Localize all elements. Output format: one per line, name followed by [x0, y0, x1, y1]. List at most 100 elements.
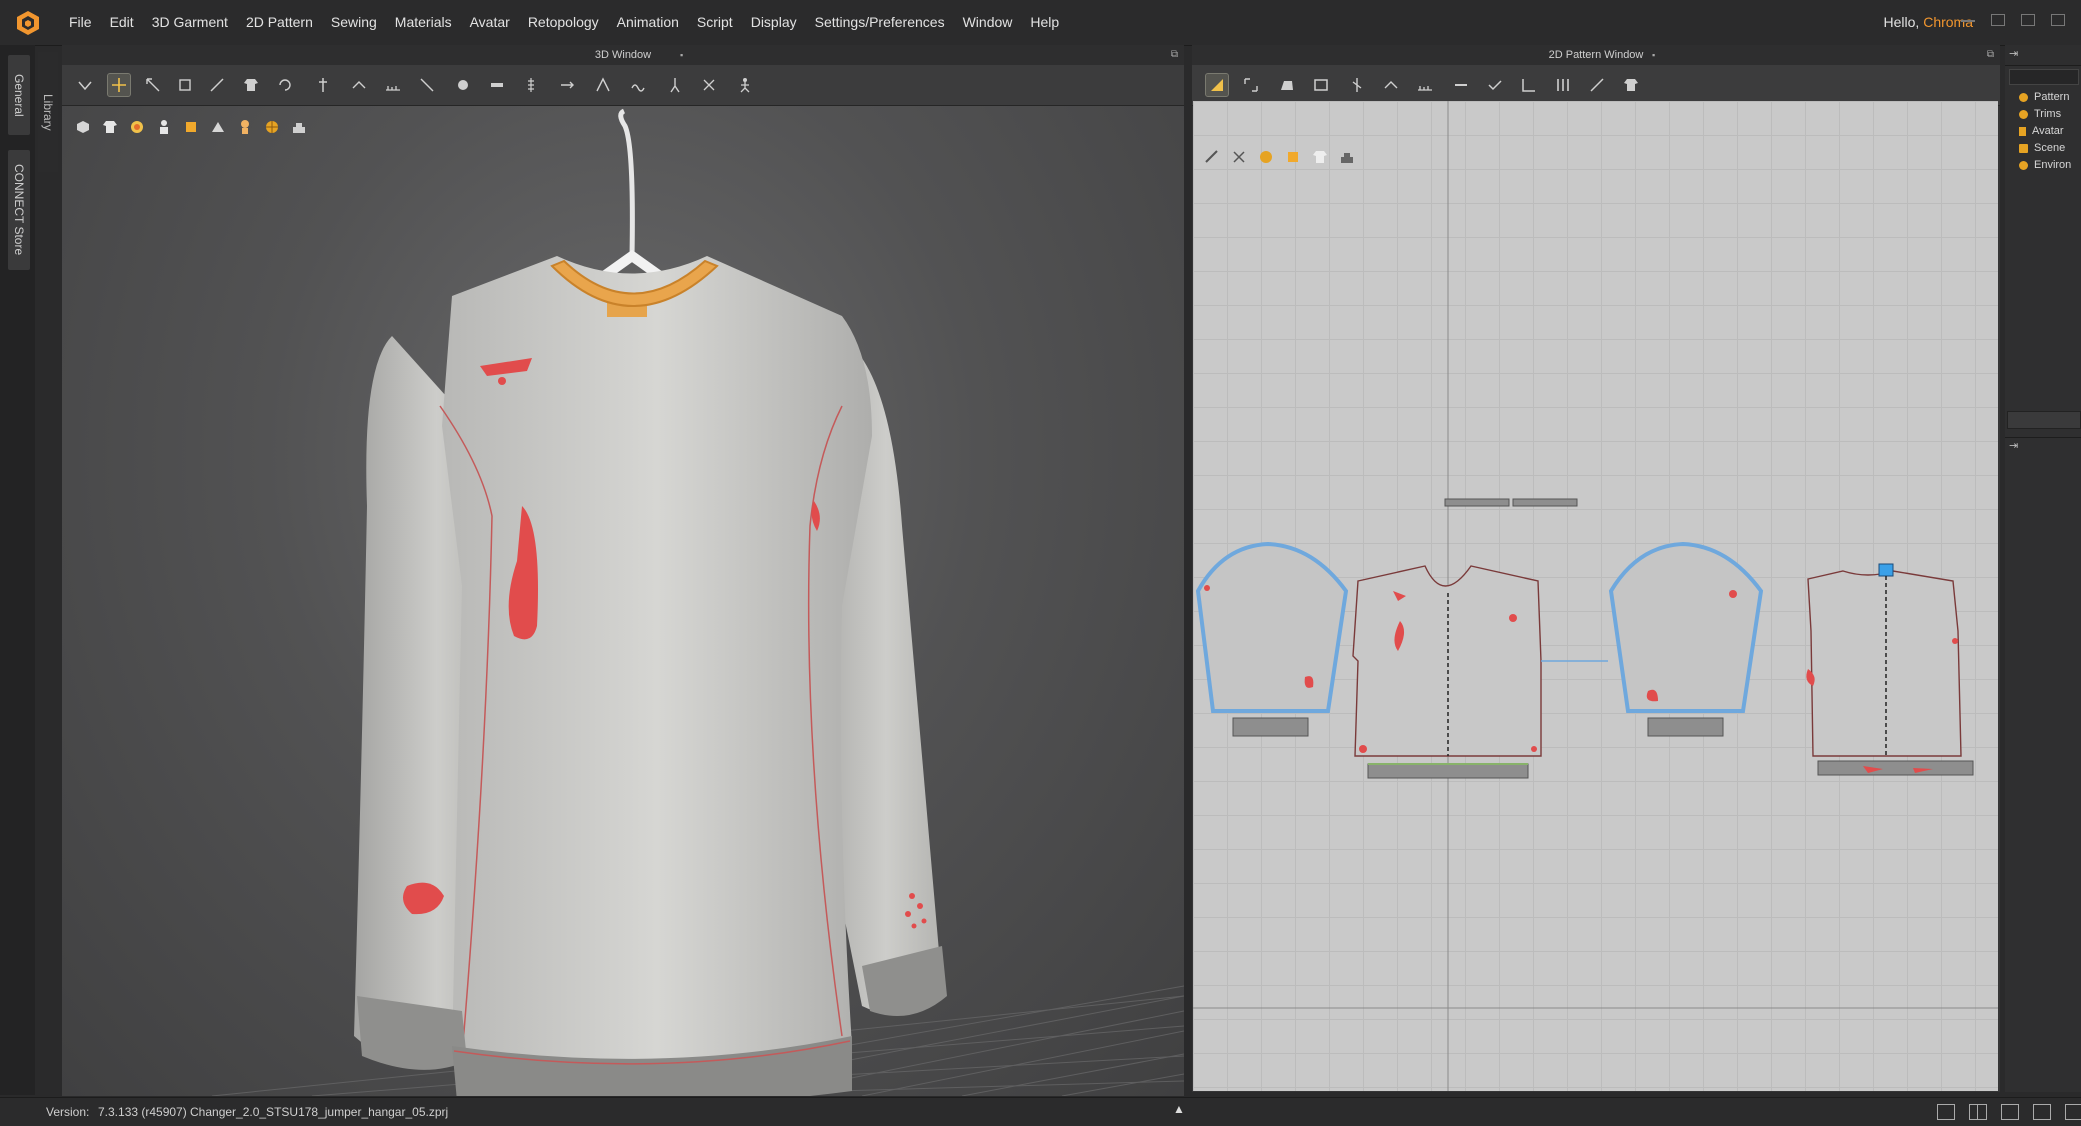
browser-scrollbar[interactable] [2007, 411, 2081, 429]
strap-icon[interactable] [556, 74, 578, 96]
rotate-icon[interactable] [274, 74, 296, 96]
menu-settings[interactable]: Settings/Preferences [806, 0, 954, 45]
2d-window-header: 2D Pattern Window ▪ ⧉ [1192, 45, 2000, 66]
pattern-cuff-left [1232, 717, 1309, 737]
pattern-sleeve-right [1608, 541, 1764, 713]
3d-toolbar [62, 65, 1184, 106]
fold-icon[interactable] [174, 74, 196, 96]
rectangle-icon[interactable] [1310, 74, 1332, 96]
2d-window-title: 2D Pattern Window [1548, 49, 1644, 61]
check-sewing-icon[interactable] [1484, 74, 1506, 96]
tab-close-icon[interactable]: ▪ [1652, 45, 1655, 65]
button-tool-icon[interactable] [452, 74, 474, 96]
tree-item-scene[interactable]: Scene [2019, 142, 2065, 154]
browser-divider [2005, 437, 2081, 438]
scene-node-icon [2019, 143, 2028, 153]
window-controls [1961, 14, 2065, 26]
pattern-hem-back [1817, 760, 1974, 776]
transform-pattern-icon[interactable] [1240, 74, 1262, 96]
fold-arrange-icon[interactable] [1518, 74, 1540, 96]
collapse-icon[interactable]: ⇥ [2009, 47, 2018, 60]
avatar-node-icon [2019, 126, 2026, 136]
menu-edit[interactable]: Edit [101, 0, 143, 45]
3d-viewport[interactable] [62, 106, 1184, 1096]
menu-sewing[interactable]: Sewing [322, 0, 386, 45]
free-sewing-icon[interactable] [1450, 74, 1472, 96]
search-input[interactable] [2009, 69, 2079, 85]
restore-icon[interactable] [2021, 14, 2035, 26]
tree-item-environment[interactable]: Environ [2019, 159, 2071, 171]
menu-3d-garment[interactable]: 3D Garment [143, 0, 237, 45]
move-icon[interactable] [107, 73, 131, 97]
arrange-icon[interactable] [698, 74, 720, 96]
measure-icon[interactable] [382, 74, 404, 96]
menu-2d-pattern[interactable]: 2D Pattern [237, 0, 322, 45]
tape-icon[interactable] [592, 74, 614, 96]
tree-item-avatar[interactable]: Avatar [2019, 125, 2064, 137]
tab-close-icon[interactable]: ▪ [680, 45, 683, 65]
tab-connect-store[interactable]: CONNECT Store [8, 150, 30, 270]
grid-icon[interactable] [1414, 74, 1436, 96]
garment-3d-model[interactable] [62, 106, 1184, 1096]
pattern-node-icon [2019, 92, 2028, 102]
menu-materials[interactable]: Materials [386, 0, 461, 45]
polygon-icon[interactable] [1276, 74, 1298, 96]
edit-pattern-icon[interactable] [1205, 73, 1229, 97]
layout-single-icon[interactable] [1937, 1104, 1955, 1120]
menu-retopology[interactable]: Retopology [519, 0, 608, 45]
menu-script[interactable]: Script [688, 0, 742, 45]
app-logo-icon[interactable] [14, 9, 42, 37]
avatar-measure-icon[interactable] [664, 74, 686, 96]
layout-quad-icon[interactable] [2033, 1104, 2051, 1120]
pattern-front [1352, 565, 1542, 757]
buttonhole-icon[interactable] [486, 74, 508, 96]
select-mesh-icon[interactable] [74, 74, 96, 96]
tree-item-pattern[interactable]: Pattern [2019, 91, 2069, 103]
user-greeting: Hello, Chroma [1884, 0, 1973, 45]
shirt-pattern-icon[interactable] [1620, 74, 1642, 96]
undock-icon[interactable]: ⧉ [1987, 45, 1994, 65]
version-number: 7.3.133 (r45907) [98, 1105, 187, 1119]
pin-icon[interactable] [312, 74, 334, 96]
pattern-pieces [1193, 101, 1998, 1091]
tree-item-trims[interactable]: Trims [2019, 108, 2061, 120]
internal-line-icon[interactable] [1346, 74, 1368, 96]
puckering-icon[interactable] [628, 74, 650, 96]
menu-file[interactable]: File [60, 0, 101, 45]
2d-pattern-window: 2D Pattern Window ▪ ⧉ [1192, 45, 2000, 1092]
trims-node-icon [2019, 109, 2028, 119]
3d-window: 3D Window ▪ ⧉ [62, 45, 1184, 1096]
greeting-text: Hello, [1883, 14, 1920, 30]
layout-custom-icon[interactable] [2065, 1104, 2081, 1120]
garment-icon[interactable] [240, 74, 262, 96]
segment-icon[interactable] [206, 74, 228, 96]
layout-triple-icon[interactable] [2001, 1104, 2019, 1120]
select-icon[interactable] [142, 74, 164, 96]
tab-general[interactable]: General [8, 55, 30, 135]
2d-pattern-viewport[interactable] [1193, 101, 1998, 1091]
segment-sewing-icon[interactable] [1380, 74, 1402, 96]
expand-up-icon[interactable]: ▲ [1173, 1102, 1185, 1116]
undock-icon[interactable]: ⧉ [1171, 45, 1178, 65]
menu-help[interactable]: Help [1021, 0, 1068, 45]
tack-icon[interactable] [348, 74, 370, 96]
pattern-neck-rib-1 [1444, 498, 1510, 507]
pleat-icon[interactable] [1552, 74, 1574, 96]
maximize-icon[interactable] [1991, 14, 2005, 26]
minimize-icon[interactable] [1961, 14, 1975, 22]
menu-avatar[interactable]: Avatar [461, 0, 519, 45]
zipper-icon[interactable] [520, 74, 542, 96]
animate-icon[interactable] [734, 74, 756, 96]
hanger-hook [618, 108, 635, 257]
3d-window-title: 3D Window [594, 49, 652, 61]
property-collapse-icon[interactable]: ⇥ [2009, 439, 2018, 452]
tab-library[interactable]: Library [38, 52, 58, 172]
menu-display[interactable]: Display [742, 0, 806, 45]
menu-animation[interactable]: Animation [608, 0, 688, 45]
menu-window[interactable]: Window [954, 0, 1022, 45]
layout-split-icon[interactable] [1969, 1104, 1987, 1120]
dart-icon[interactable] [1586, 74, 1608, 96]
version-label: Version: [46, 1105, 90, 1119]
trim-icon[interactable] [416, 74, 438, 96]
close-icon[interactable] [2051, 14, 2065, 26]
